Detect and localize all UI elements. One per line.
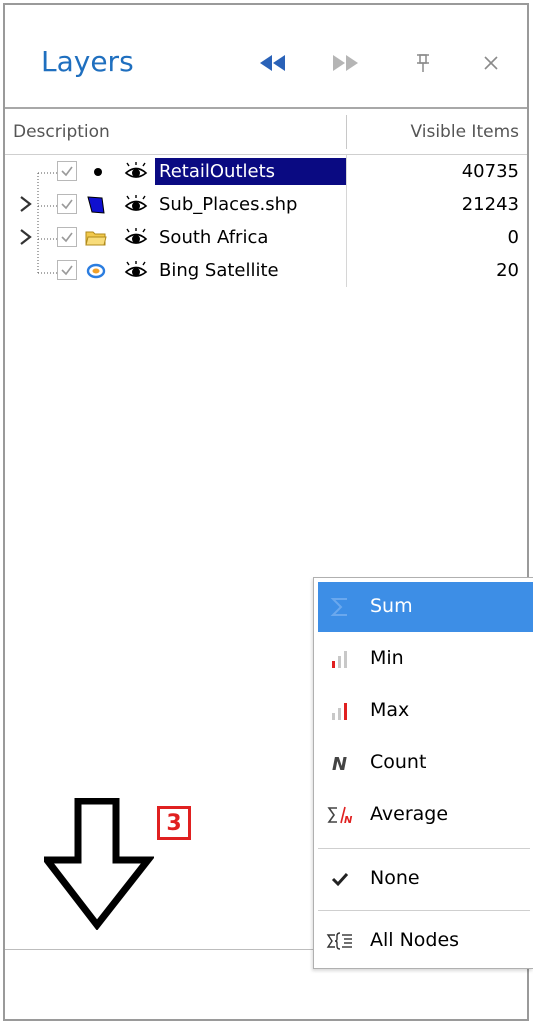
down-arrow-icon [44, 798, 154, 930]
min-bar-icon [326, 646, 354, 672]
layer-visible-count: 20 [496, 260, 519, 281]
layer-name[interactable]: Sub_Places.shp [155, 191, 301, 218]
layer-checkbox[interactable] [57, 161, 77, 181]
pin-icon[interactable] [403, 43, 443, 83]
row-separator [346, 155, 347, 188]
layer-name[interactable]: South Africa [155, 224, 272, 251]
all-nodes-icon [326, 928, 354, 954]
chevron-right-icon[interactable] [17, 194, 35, 219]
panel-title: Layers [41, 45, 134, 78]
menu-divider [318, 910, 530, 911]
menu-item-sum[interactable]: Sum [318, 582, 533, 632]
eye-icon[interactable] [123, 193, 149, 217]
panel-header: Layers [5, 5, 527, 109]
menu-item-label: None [370, 867, 420, 889]
menu-item-label: All Nodes [370, 929, 460, 951]
menu-divider [318, 848, 530, 849]
layer-checkbox[interactable] [57, 227, 77, 247]
menu-item-label: Average [370, 803, 449, 825]
layer-name[interactable]: RetailOutlets [155, 158, 347, 185]
layer-row-bing-satellite[interactable]: Bing Satellite 20 [5, 254, 527, 287]
column-description[interactable]: Description [13, 122, 110, 142]
menu-item-average[interactable]: N Average [318, 790, 533, 840]
row-separator [346, 221, 347, 254]
eye-icon[interactable] [123, 160, 149, 184]
point-icon [87, 161, 109, 183]
layer-row-sub-places[interactable]: Sub_Places.shp 21243 [5, 188, 527, 221]
menu-item-label: Max [370, 699, 410, 721]
svg-text:N: N [344, 815, 353, 826]
layer-row-south-africa[interactable]: South Africa 0 [5, 221, 527, 254]
menu-item-all-nodes[interactable]: All Nodes [318, 916, 533, 966]
layer-checkbox[interactable] [57, 260, 77, 280]
column-separator[interactable] [346, 115, 347, 149]
folder-icon [85, 227, 107, 249]
layer-visible-count: 0 [507, 227, 519, 248]
forward-icon[interactable] [325, 43, 365, 83]
sigma-icon [326, 594, 354, 620]
polygon-icon [85, 194, 107, 216]
svg-text:N: N [332, 754, 347, 774]
menu-item-label: Min [370, 647, 404, 669]
eye-icon[interactable] [123, 226, 149, 250]
menu-item-max[interactable]: Max [318, 686, 533, 736]
close-icon[interactable] [471, 43, 511, 83]
checkmark-icon [326, 866, 354, 892]
layer-name[interactable]: Bing Satellite [155, 257, 283, 284]
row-separator [346, 188, 347, 221]
column-visible-items[interactable]: Visible Items [411, 122, 520, 142]
eye-icon[interactable] [123, 259, 149, 283]
layer-visible-count: 21243 [461, 194, 519, 215]
menu-item-none[interactable]: None [318, 854, 533, 904]
rewind-icon[interactable] [253, 43, 293, 83]
menu-item-label: Count [370, 751, 427, 773]
column-header: Description Visible Items [5, 109, 527, 155]
layer-visible-count: 40735 [461, 161, 519, 182]
layer-row-retailoutlets[interactable]: RetailOutlets 40735 [5, 155, 527, 188]
aggregation-context-menu: Sum Min Max N Count N Average None All N… [313, 577, 533, 969]
step-badge: 3 [157, 806, 191, 840]
layer-list: RetailOutlets 40735 Sub_Places.shp 21243… [5, 155, 527, 287]
row-separator [346, 254, 347, 287]
chevron-right-icon[interactable] [17, 227, 35, 252]
bing-icon [85, 260, 107, 282]
menu-item-label: Sum [370, 595, 413, 617]
menu-item-count[interactable]: N Count [318, 738, 533, 788]
count-n-icon: N [326, 750, 354, 776]
max-bar-icon [326, 698, 354, 724]
average-icon: N [326, 802, 354, 828]
layer-checkbox[interactable] [57, 194, 77, 214]
menu-item-min[interactable]: Min [318, 634, 533, 684]
